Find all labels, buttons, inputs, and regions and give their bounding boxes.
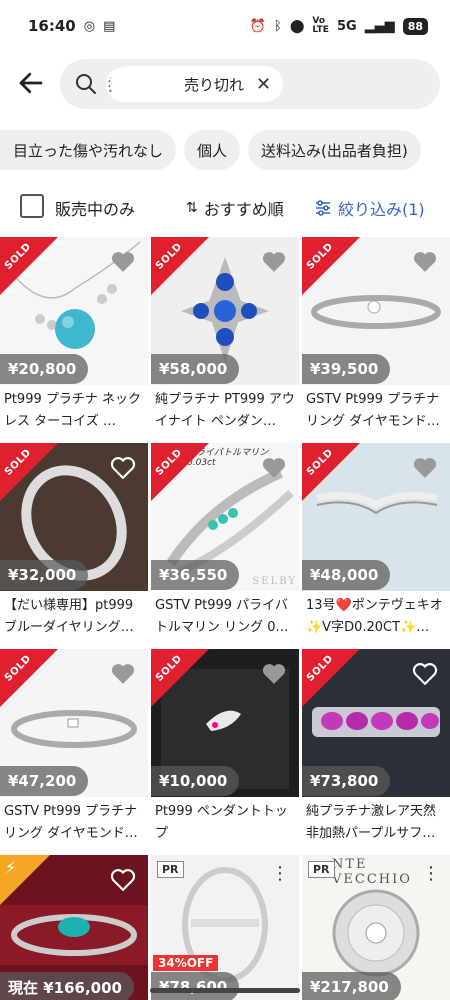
search-input[interactable]: 指輪 ✕ 売り切れ ✕	[60, 59, 440, 109]
pr-badge: PR	[308, 861, 335, 878]
product-title: 純プラチナ激レア天然 非加熱パープルサフ…	[306, 804, 437, 841]
sort-icon: ⇅	[186, 200, 198, 216]
like-heart-icon[interactable]	[110, 455, 136, 479]
search-header: 指輪 ✕ 売り切れ ✕	[0, 56, 450, 112]
volte-icon: Vo LTE	[312, 16, 329, 35]
product-title: GSTV Pt999 プラチナ リング ダイヤモンド…	[306, 392, 440, 429]
price-tag: 現在 ¥166,000	[0, 972, 134, 1000]
network-label: 5G	[336, 18, 357, 34]
like-heart-icon[interactable]	[412, 661, 438, 685]
product-title: GSTV Pt999 プラチナ リング ダイヤモンド…	[4, 804, 138, 841]
onsale-label[interactable]: 販売中のみ	[55, 196, 135, 220]
refine-label: 絞り込み(1)	[338, 200, 425, 219]
price-tag: ¥39,500	[302, 354, 391, 384]
battery-icon: 88	[402, 17, 428, 35]
price-tag: ¥32,000	[0, 560, 89, 590]
fingerprint-icon: ◎	[83, 18, 96, 34]
sort-button[interactable]: ⇅ おすすめ順	[186, 196, 284, 220]
bluetooth-icon: ᛒ	[274, 18, 282, 34]
refine-button[interactable]: 絞り込み(1)	[314, 196, 425, 220]
like-heart-icon[interactable]	[110, 661, 136, 685]
more-options-icon[interactable]: ⋮	[422, 865, 440, 883]
signal-icon: ▂▄▆	[364, 18, 395, 34]
pr-badge: PR	[157, 861, 184, 878]
product-title: Pt999 プラチナ ネックレス ターコイズ …	[4, 392, 142, 429]
like-heart-icon[interactable]	[412, 455, 438, 479]
product-title: 【だい様専用】pt999 ブルーダイヤリング…	[4, 598, 134, 635]
home-indicator[interactable]	[150, 988, 300, 993]
product-title: 純プラチナ PT999 アウイナイト ペンダン…	[155, 392, 295, 429]
filter-chip-condition[interactable]: 目立った傷や汚れなし	[0, 130, 177, 170]
status-bar: 16:40 ◎ ▤ ⏰ ᛒ ⬤ Vo LTE 5G ▂▄▆ 88	[0, 0, 450, 52]
sort-row: 販売中のみ ⇅ おすすめ順 絞り込み(1)	[0, 190, 450, 224]
price-tag: ¥73,800	[302, 766, 391, 796]
price-tag: ¥78,600	[151, 972, 240, 1000]
filter-chip-seller[interactable]: 個人	[184, 130, 241, 170]
like-heart-icon[interactable]	[261, 661, 287, 685]
status-chip-label: 売り切れ	[184, 75, 245, 94]
like-heart-icon[interactable]	[110, 249, 136, 273]
filter-chip-shipping[interactable]: 送料込み(出品者負担)	[248, 130, 421, 170]
like-heart-icon[interactable]	[261, 455, 287, 479]
price-tag: ¥47,200	[0, 766, 89, 796]
remove-status-icon[interactable]: ✕	[256, 74, 271, 95]
price-tag: ¥58,000	[151, 354, 240, 384]
product-title: Pt999 ペンダントトップ	[155, 804, 288, 841]
price-tag: ¥10,000	[151, 766, 240, 796]
product-title: 13号❤️ポンテヴェキオ ✨V字D0.20CT✨…	[306, 598, 443, 635]
like-heart-icon[interactable]	[412, 249, 438, 273]
discount-badge: 34%OFF	[153, 955, 219, 971]
alarm-icon: ⏰	[249, 18, 267, 34]
price-tag: ¥36,550	[151, 560, 240, 590]
filter-sliders-icon	[316, 200, 330, 216]
price-tag: ¥48,000	[302, 560, 391, 590]
more-options-icon[interactable]: ⋮	[271, 865, 289, 883]
product-title: GSTV Pt999 パライバトルマリン リング 0…	[155, 598, 289, 635]
like-heart-icon[interactable]	[110, 867, 136, 891]
status-chip[interactable]: 売り切れ ✕	[172, 66, 284, 102]
onsale-checkbox[interactable]	[20, 194, 44, 218]
image-watermark: SELBY	[252, 576, 297, 587]
like-heart-icon[interactable]	[261, 249, 287, 273]
price-tag: ¥20,800	[0, 354, 89, 384]
status-time: 16:40	[28, 17, 76, 35]
location-icon: ⬤	[289, 18, 305, 34]
filter-chip-row: 目立った傷や汚れなし 個人 送料込み(出品者負担)	[0, 130, 450, 170]
sort-label: おすすめ順	[203, 200, 284, 219]
lightning-icon: ⚡	[5, 858, 17, 877]
back-arrow-icon[interactable]	[16, 68, 46, 98]
price-tag: ¥217,800	[302, 972, 401, 1000]
calendar-icon: ▤	[103, 18, 116, 34]
